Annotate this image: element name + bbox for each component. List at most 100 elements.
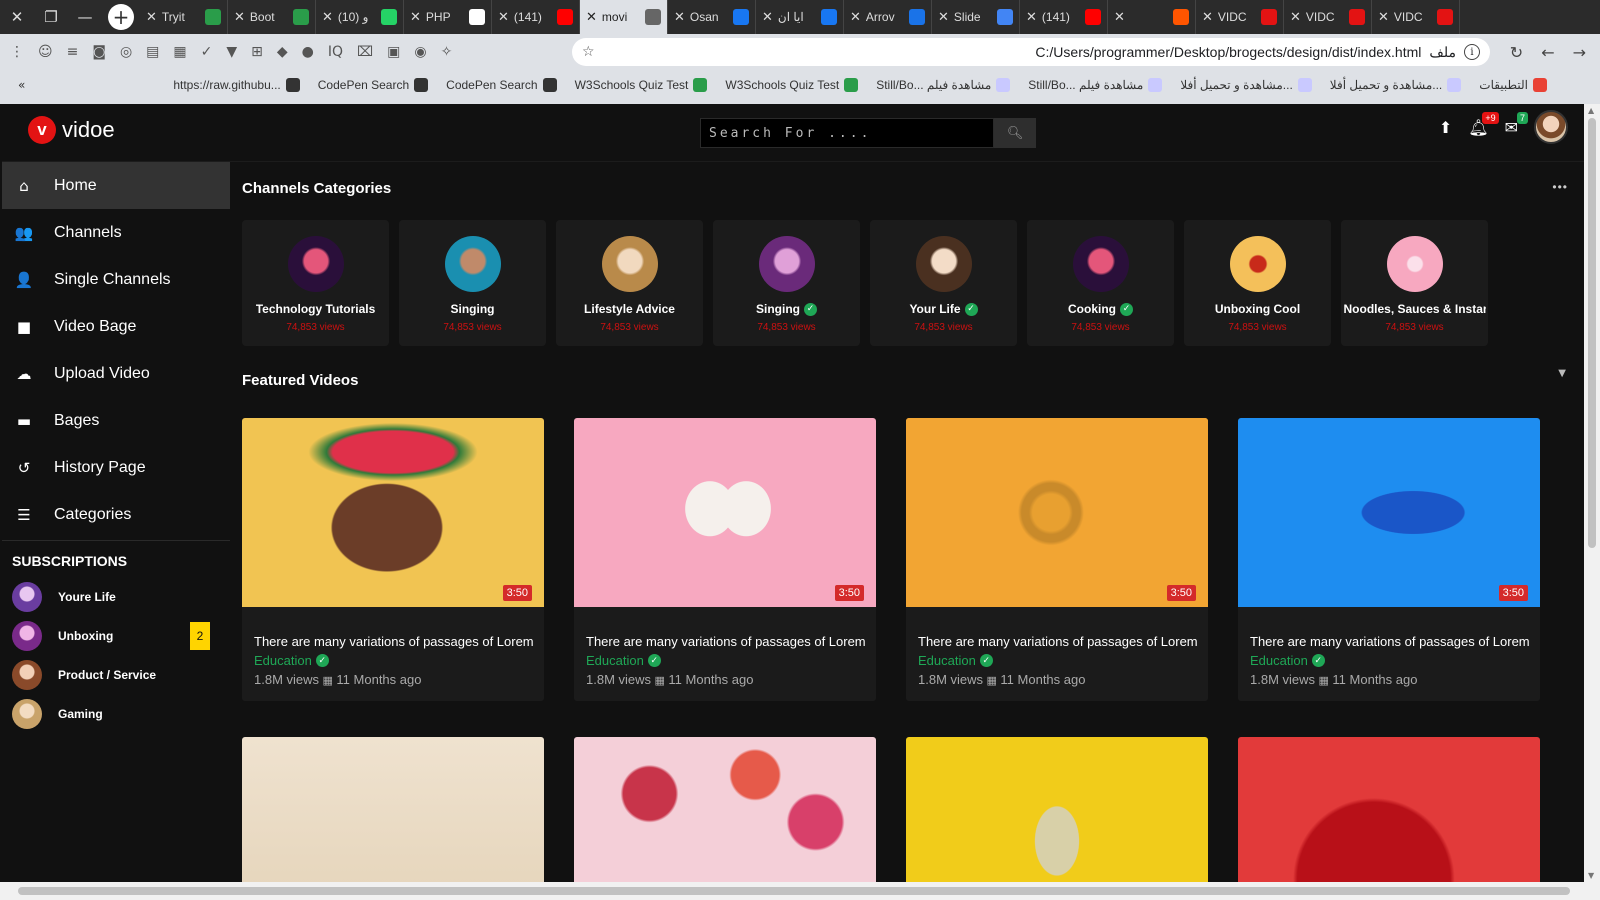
video-thumbnail[interactable] <box>1238 737 1540 882</box>
category-card[interactable]: Technology Tutorials 74,853 views <box>242 220 389 346</box>
browser-tab[interactable]: ✕ VIDC <box>1196 0 1284 34</box>
category-card[interactable]: Noodles, Sauces & Instant Food 74,853 vie… <box>1341 220 1488 346</box>
category-card[interactable]: Singing ✓ 74,853 views <box>713 220 860 346</box>
browser-tab[interactable]: ✕ Boot <box>228 0 316 34</box>
video-thumbnail[interactable] <box>906 737 1208 882</box>
bookmark-item[interactable]: W3Schools Quiz Test <box>575 78 708 92</box>
close-tab-icon[interactable]: ✕ <box>498 10 509 25</box>
sidebar-item-single-channels[interactable]: 👤 Single Channels <box>2 256 230 303</box>
browser-tab[interactable]: ✕ Slide <box>932 0 1020 34</box>
browser-tab[interactable]: ✕ (141) <box>1020 0 1108 34</box>
video-card[interactable]: 3:50 There are many variations of passage… <box>906 418 1208 701</box>
category-card[interactable]: Lifestyle Advice 74,853 views <box>556 220 703 346</box>
browser-tab[interactable]: ✕ (10) ‎و <box>316 0 404 34</box>
close-tab-icon[interactable]: ✕ <box>1114 10 1125 25</box>
browser-tab[interactable]: ✕ Tryit <box>140 0 228 34</box>
category-card[interactable]: Cooking ✓ 74,853 views <box>1027 220 1174 346</box>
new-tab-button[interactable]: + <box>108 4 134 30</box>
video-title[interactable]: There are many variations of passages of… <box>586 634 866 649</box>
subscription-item[interactable]: Gaming <box>2 694 230 733</box>
close-tab-icon[interactable]: ✕ <box>674 10 685 25</box>
bookmark-item[interactable]: CodePen Search <box>446 78 557 92</box>
camera-extension-icon[interactable]: ◎ <box>120 44 132 60</box>
site-info-icon[interactable]: i <box>1464 44 1480 60</box>
notifications-button[interactable]: 🔔︎ +9 <box>1468 111 1499 137</box>
print-extension-icon[interactable]: ▤ <box>146 44 159 60</box>
reload-icon[interactable]: ↻ <box>1510 43 1523 62</box>
category-card[interactable]: Singing 74,853 views <box>399 220 546 346</box>
playlist-extension-icon[interactable]: ≡ <box>67 44 79 60</box>
category-card[interactable]: Your Life ✓ 74,853 views <box>870 220 1017 346</box>
bookmark-item[interactable]: W3Schools Quiz Test <box>725 78 859 92</box>
check-extension-icon[interactable]: ✓ <box>201 44 213 60</box>
translate-extension-icon[interactable]: ⊞ <box>251 44 263 60</box>
search-button[interactable]: 🔍︎ <box>994 118 1036 148</box>
bookmark-item[interactable]: مشاهدة و تحميل أفلا... <box>1180 78 1312 92</box>
vue-extension-icon[interactable]: ▼ <box>226 44 237 60</box>
video-card[interactable] <box>1238 737 1540 882</box>
color-extension-icon[interactable]: ◆ <box>277 44 288 60</box>
close-tab-icon[interactable]: ✕ <box>1378 10 1389 25</box>
iq-extension-icon[interactable]: IQ <box>328 44 343 60</box>
scroll-up-icon[interactable]: ▲ <box>1588 106 1594 115</box>
video-thumbnail[interactable]: 3:50 <box>574 418 876 607</box>
close-tab-icon[interactable]: ✕ <box>938 10 949 25</box>
video-title[interactable]: There are many variations of passages of… <box>918 634 1198 649</box>
video-card[interactable] <box>906 737 1208 882</box>
html-extension-icon[interactable]: ⌧ <box>357 44 373 60</box>
upload-button[interactable]: ⬆ <box>1439 118 1452 137</box>
caret-down-icon[interactable]: ▼ <box>1558 368 1566 379</box>
browser-tab[interactable]: ✕ Osan <box>668 0 756 34</box>
bookmark-item[interactable]: CodePen Search <box>318 78 429 92</box>
close-tab-icon[interactable]: ✕ <box>322 10 333 25</box>
close-tab-icon[interactable]: ✕ <box>850 10 861 25</box>
close-tab-icon[interactable]: ✕ <box>234 10 245 25</box>
pin-extension-icon[interactable]: ✧ <box>441 44 453 60</box>
video-thumbnail[interactable]: 3:50 <box>906 418 1208 607</box>
user-avatar[interactable] <box>1534 110 1568 144</box>
bookmark-star-icon[interactable]: ☆ <box>582 44 595 60</box>
sidebar-item-bages[interactable]: ▬ Bages <box>2 397 230 444</box>
horizontal-scrollbar[interactable] <box>0 882 1600 900</box>
new-extension-icon[interactable]: ▣ <box>387 44 400 60</box>
grid-extension-icon[interactable]: ▦ <box>173 44 186 60</box>
video-category[interactable]: Education ✓ <box>586 653 864 668</box>
browser-tab[interactable]: ✕ Arrov <box>844 0 932 34</box>
video-category[interactable]: Education ✓ <box>918 653 1196 668</box>
video-thumbnail[interactable] <box>242 737 544 882</box>
screenshot-extension-icon[interactable]: ◙ <box>92 44 106 60</box>
video-thumbnail[interactable] <box>574 737 876 882</box>
scroll-down-icon[interactable]: ▼ <box>1588 871 1594 880</box>
browser-tab[interactable]: ✕ VIDC <box>1284 0 1372 34</box>
vertical-scrollbar[interactable]: ▲ ▼ <box>1584 104 1600 882</box>
bookmarks-overflow-icon[interactable]: « <box>18 78 25 92</box>
sidebar-item-categories[interactable]: ☰ Categories <box>2 491 230 538</box>
emoji-extension-icon[interactable]: ☺ <box>38 44 53 60</box>
video-card[interactable]: 3:50 There are many variations of passage… <box>242 418 544 701</box>
bookmark-item[interactable]: Still/Bo... مشاهدة فيلم <box>876 78 1011 92</box>
video-category[interactable]: Education ✓ <box>1250 653 1528 668</box>
close-tab-icon[interactable]: ✕ <box>586 10 597 25</box>
sidebar-item-channels[interactable]: 👥 Channels <box>2 209 230 256</box>
bookmark-item[interactable]: https://raw.githubu... <box>173 78 300 92</box>
subscription-item[interactable]: Youre Life <box>2 577 230 616</box>
menu-dots-icon[interactable]: ⋮ <box>10 44 24 60</box>
address-bar[interactable]: ☆ C:/Users/programmer/Desktop/brogects/d… <box>572 38 1490 66</box>
minimize-window-icon[interactable]: — <box>68 0 102 34</box>
sidebar-item-video-bage[interactable]: ■ Video Bage <box>2 303 230 350</box>
video-thumbnail[interactable]: 3:50 <box>242 418 544 607</box>
forward-icon[interactable]: → <box>1573 43 1586 62</box>
video-title[interactable]: There are many variations of passages of… <box>254 634 534 649</box>
messages-button[interactable]: ✉ 7 <box>1505 111 1528 137</box>
horizontal-scroll-thumb[interactable] <box>18 887 1570 895</box>
browser-tab[interactable]: ✕ movi <box>580 0 668 34</box>
back-icon[interactable]: ← <box>1541 43 1554 62</box>
sidebar-item-history-page[interactable]: ↺ History Page <box>2 444 230 491</box>
close-window-icon[interactable]: ✕ <box>0 0 34 34</box>
close-tab-icon[interactable]: ✕ <box>410 10 421 25</box>
sidebar-item-home[interactable]: ⌂ Home <box>2 162 230 209</box>
video-category[interactable]: Education ✓ <box>254 653 532 668</box>
browser-tab[interactable]: ✕ PHP <box>404 0 492 34</box>
video-card[interactable] <box>574 737 876 882</box>
video-title[interactable]: There are many variations of passages of… <box>1250 634 1530 649</box>
